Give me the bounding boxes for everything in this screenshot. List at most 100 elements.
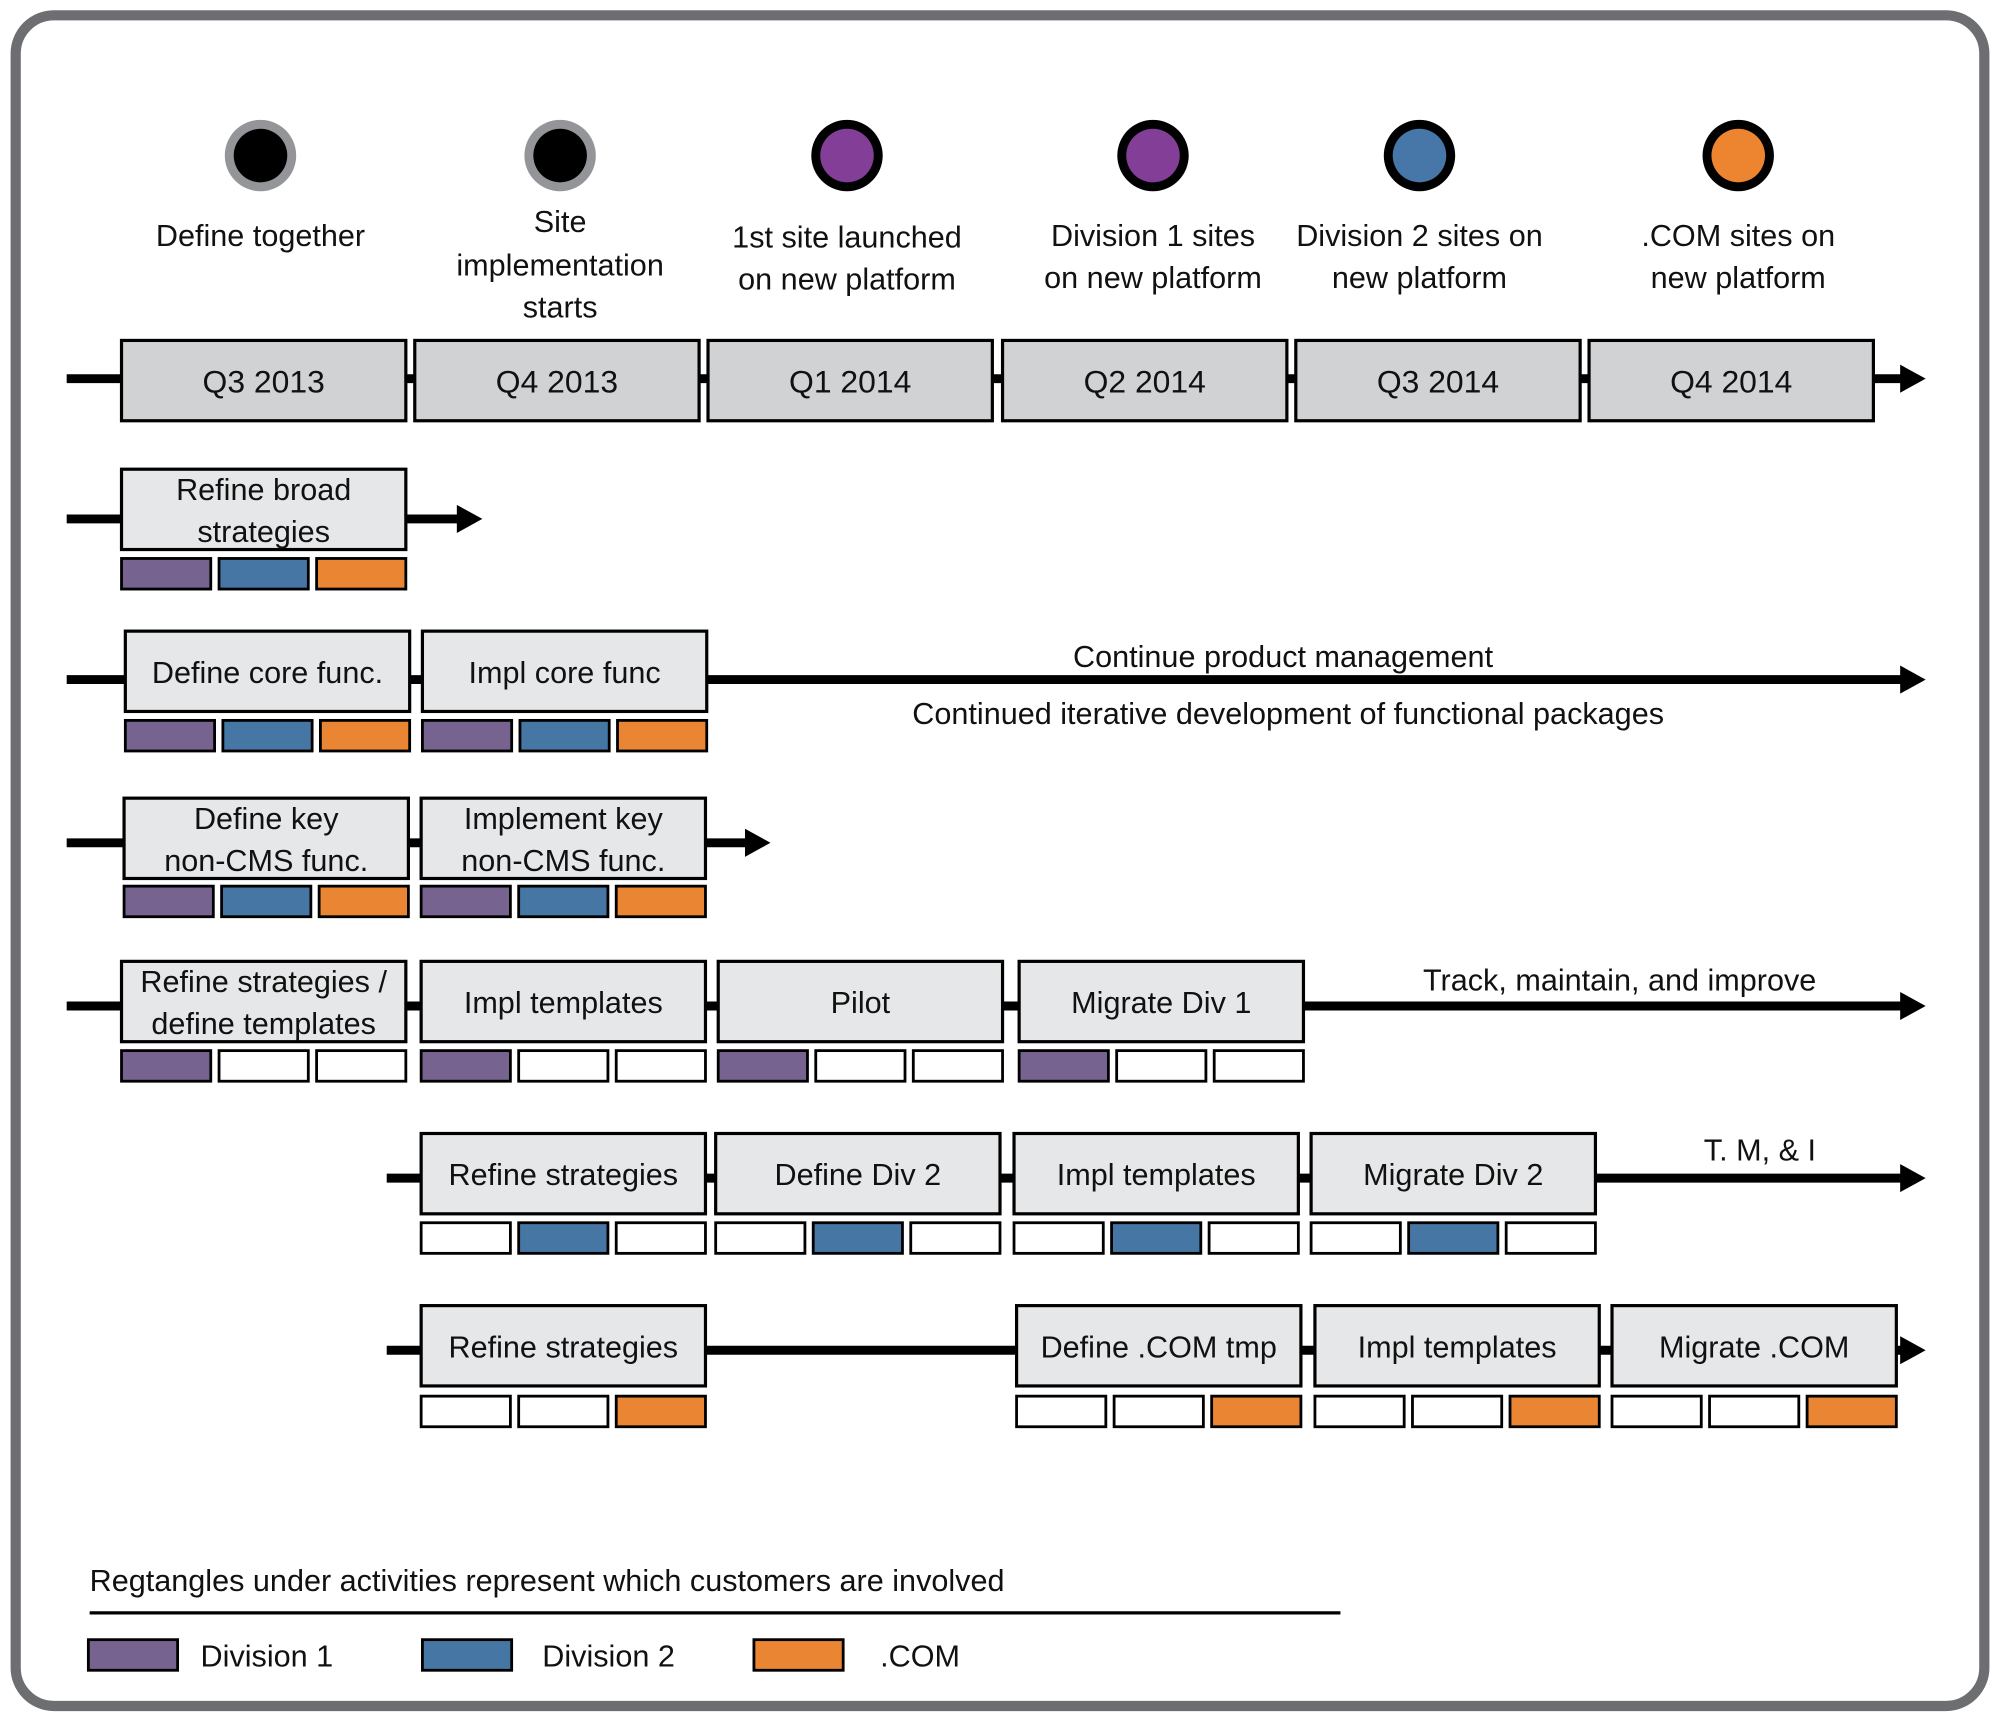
activity-label: Impl templates — [1358, 1330, 1557, 1364]
milestone-core — [1711, 128, 1766, 183]
quarter-label: Q4 2014 — [1670, 364, 1792, 400]
customer-indicator-division1 — [419, 1049, 512, 1083]
customer-indicator-com — [315, 557, 408, 591]
customer-indicator-division2 — [220, 884, 313, 919]
milestone-core — [1392, 128, 1447, 183]
milestone-label: on new platform — [1044, 261, 1262, 295]
customer-indicator-com — [1207, 1221, 1300, 1255]
customer-indicator-division1 — [123, 718, 216, 753]
customer-indicator-division2 — [1115, 1049, 1208, 1083]
customer-indicator-division2 — [517, 1221, 610, 1255]
milestone-label: on new platform — [738, 262, 956, 296]
quarter-label: Q4 2013 — [496, 364, 618, 400]
activity-row: Refine strategies Define .COM tmp Impl tem… — [386, 1304, 1926, 1429]
customer-indicator-division2 — [221, 718, 314, 753]
customer-indicator-com — [616, 718, 709, 753]
legend-swatch — [421, 1638, 514, 1672]
activity-label: Impl core func — [469, 656, 661, 690]
customer-indicator-division2 — [1110, 1221, 1203, 1255]
customer-indicator-com — [1210, 1394, 1303, 1429]
customer-indicator-com — [1508, 1394, 1601, 1429]
activity-label: Refine strategies — [449, 1330, 679, 1364]
customer-indicator-division1 — [1610, 1394, 1703, 1429]
milestone-core — [233, 128, 288, 183]
customer-indicator-division1 — [122, 884, 215, 919]
activity-label: Pilot — [831, 986, 891, 1020]
customer-indicator-division2 — [217, 1049, 310, 1083]
customer-indicator-division1 — [1309, 1221, 1402, 1255]
legend-label: .COM — [880, 1639, 960, 1673]
customer-indicator-division1 — [716, 1049, 809, 1083]
legend-label: Division 1 — [201, 1639, 334, 1673]
customer-indicator-com — [1504, 1221, 1597, 1255]
milestone-label: starts — [523, 290, 598, 324]
activity-label: Define Div 2 — [775, 1158, 942, 1192]
customer-indicator-com — [909, 1221, 1002, 1255]
customer-indicator-com — [1212, 1049, 1305, 1083]
legend-swatch — [752, 1638, 845, 1672]
milestone-label: Define together — [156, 219, 365, 253]
activity-label: Refine broad — [176, 473, 351, 507]
activity-label: non-CMS func. — [461, 844, 665, 878]
activity-note: Continued iterative development of funct… — [912, 697, 1664, 731]
customer-indicator-com — [614, 884, 707, 919]
customer-indicator-division2 — [517, 1394, 610, 1429]
customer-indicator-division2 — [517, 1049, 610, 1083]
customer-indicator-com — [911, 1049, 1004, 1083]
activity-label: define templates — [151, 1007, 375, 1041]
legend-swatch — [86, 1638, 180, 1672]
customer-indicator-division1 — [714, 1221, 807, 1255]
legend-label: Division 2 — [542, 1639, 675, 1673]
activity-label: strategies — [197, 515, 330, 549]
customer-indicator-division2 — [1407, 1221, 1500, 1255]
customer-indicator-division1 — [120, 557, 213, 591]
customer-indicator-com — [317, 884, 410, 919]
activity-label: Migrate Div 1 — [1071, 986, 1251, 1020]
customer-indicator-division2 — [517, 884, 610, 919]
roadmap-diagram: Define together Site implementation starts 1… — [10, 10, 1990, 1712]
customer-indicator-com — [614, 1221, 707, 1255]
customer-indicator-division1 — [419, 1394, 512, 1429]
customer-indicator-com — [614, 1049, 707, 1083]
customer-indicator-division1 — [1012, 1221, 1105, 1255]
milestone-core — [533, 128, 587, 183]
activity-note: Track, maintain, and improve — [1423, 964, 1816, 998]
activity-label: Implement key — [464, 802, 664, 836]
customer-indicator-division2 — [1708, 1394, 1801, 1429]
customer-indicator-com — [315, 1049, 408, 1083]
customer-indicator-division1 — [421, 718, 514, 753]
milestone-label: .COM sites on — [1641, 219, 1835, 253]
activity-label: Define key — [194, 802, 339, 836]
activity-label: Define .COM tmp — [1041, 1330, 1277, 1364]
customer-indicator-division2 — [217, 557, 310, 591]
activity-note: T. M, & I — [1704, 1133, 1816, 1167]
milestone-label: Division 1 sites — [1051, 219, 1255, 253]
customer-indicator-division1 — [419, 1221, 512, 1255]
customer-indicator-division2 — [814, 1049, 907, 1083]
customer-indicator-division2 — [811, 1221, 904, 1255]
milestone-core — [820, 128, 874, 183]
customer-indicator-division2 — [1112, 1394, 1205, 1429]
legend-caption: Regtangles under activities represent wh… — [90, 1564, 1005, 1598]
customer-indicator-division2 — [1411, 1394, 1504, 1429]
customer-indicator-division1 — [120, 1049, 213, 1083]
milestone-label: new platform — [1332, 261, 1507, 295]
customer-indicator-division1 — [1313, 1394, 1406, 1429]
milestone-label: Site — [534, 205, 587, 239]
activity-label: Refine strategies / — [140, 965, 387, 999]
customer-indicator-com — [614, 1394, 707, 1429]
customer-indicator-division1 — [1015, 1394, 1108, 1429]
customer-indicator-com — [319, 718, 412, 753]
milestone-label: new platform — [1651, 261, 1826, 295]
milestone-core — [1126, 128, 1180, 183]
activity-label: Define core func. — [152, 656, 383, 690]
customer-indicator-com — [1805, 1394, 1898, 1429]
customer-indicator-division1 — [1017, 1049, 1110, 1083]
activity-label: Impl templates — [1057, 1158, 1256, 1192]
activity-label: non-CMS func. — [164, 844, 368, 878]
milestone-label: 1st site launched — [732, 220, 962, 254]
quarter-label: Q1 2014 — [789, 364, 911, 400]
activity-label: Impl templates — [464, 986, 663, 1020]
milestone-label: Division 2 sites on — [1296, 219, 1543, 253]
customer-indicator-division2 — [518, 718, 611, 753]
